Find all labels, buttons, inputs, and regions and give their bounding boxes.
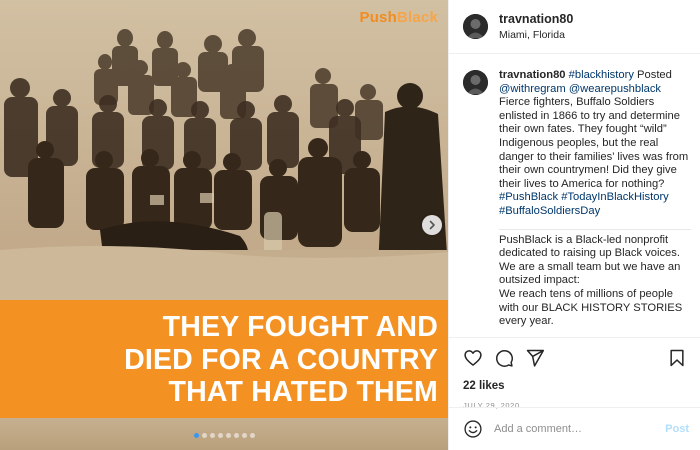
carousel-dot <box>233 433 239 438</box>
headline-text: THEY FOUGHT AND DIED FOR A COUNTRY THAT … <box>124 311 438 408</box>
carousel-indicator <box>0 433 448 438</box>
caption-text: travnation80 #blackhistory Posted @withr… <box>499 69 691 329</box>
hashtag-link[interactable]: #BuffaloSoldiersDay <box>499 205 600 217</box>
like-button[interactable] <box>463 348 483 368</box>
hashtag-link[interactable]: #PushBlack <box>499 191 558 203</box>
likes-count[interactable]: 22 likes <box>463 380 687 392</box>
hashtag-link[interactable]: #blackhistory <box>569 69 634 81</box>
caption-posted-text: Posted <box>637 69 672 81</box>
mention-link[interactable]: @wearepushblack <box>569 83 661 95</box>
carousel-dot <box>217 433 223 438</box>
carousel-dot <box>201 433 207 438</box>
avatar-image <box>463 14 488 39</box>
comment-bar: Post <box>449 407 700 450</box>
caption-body: Fierce fighters, Buffalo Soldiers enlist… <box>499 96 689 190</box>
post-photo <box>0 0 448 300</box>
bookmark-icon <box>670 349 684 367</box>
post-comment-button[interactable]: Post <box>665 423 689 435</box>
comment-input[interactable] <box>494 423 666 435</box>
pushblack-logo: PushBlack <box>359 9 438 26</box>
heart-icon <box>464 350 482 366</box>
post-header: travnation80 Miami, Florida <box>449 0 700 54</box>
carousel-next-button[interactable] <box>422 215 442 235</box>
caption-extra-text: PushBlack is a Black-led nonprofit dedic… <box>499 228 691 329</box>
post-username[interactable]: travnation80 <box>499 12 573 26</box>
post-side-panel: travnation80 Miami, Florida travnation80… <box>448 0 700 450</box>
comment-icon <box>496 349 513 367</box>
comment-button[interactable] <box>494 348 514 368</box>
hashtag-link[interactable]: #TodayInBlackHistory <box>561 191 669 203</box>
save-button[interactable] <box>667 348 687 368</box>
carousel-dot <box>225 433 231 438</box>
carousel-dot <box>241 433 247 438</box>
carousel-dot <box>193 433 199 438</box>
carousel-dot <box>249 433 255 438</box>
share-icon <box>526 349 545 367</box>
carousel-dot <box>209 433 215 438</box>
post-location[interactable]: Miami, Florida <box>499 29 573 41</box>
emoji-icon[interactable] <box>463 419 483 439</box>
avatar[interactable] <box>463 70 488 95</box>
mention-link[interactable]: @withregram <box>499 83 566 95</box>
caption-area[interactable]: travnation80 #blackhistory Posted @withr… <box>449 55 700 336</box>
caption-username[interactable]: travnation80 <box>499 69 566 81</box>
post-actions: 22 likes JULY 29, 2020 <box>449 337 700 410</box>
share-button[interactable] <box>525 348 545 368</box>
chevron-right-icon <box>429 220 435 230</box>
avatar-image <box>463 70 488 95</box>
avatar[interactable] <box>463 14 488 39</box>
post-media[interactable]: PushBlack THEY FOUGHT AND DIED FOR A COU… <box>0 0 448 450</box>
headline-banner: THEY FOUGHT AND DIED FOR A COUNTRY THAT … <box>0 300 448 418</box>
